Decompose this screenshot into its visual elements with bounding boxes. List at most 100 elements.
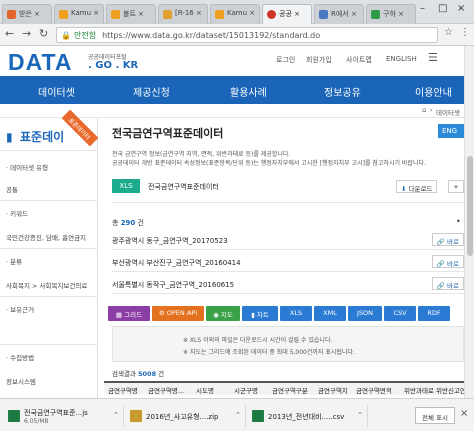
tab-favicon-icon <box>163 10 172 19</box>
menu-request[interactable]: 제공신청 <box>133 84 170 99</box>
column-header[interactable]: 금연구역면적 <box>356 385 392 395</box>
browser-tab[interactable]: Kamu × <box>210 4 260 24</box>
sidebar-label-basis: · 보유근거 <box>6 306 35 314</box>
link-icon: 🔗 <box>436 238 448 246</box>
format-csv-button[interactable]: CSV <box>384 306 416 321</box>
column-header[interactable]: 금연구역명 <box>108 385 138 395</box>
hamburger-icon[interactable]: ☰ <box>428 51 438 64</box>
site-header: DATA 공공데이터포털 . GO . KR 로그인 회원가입 사이트맵 ENG… <box>0 46 464 76</box>
sidebar-label-type: · 데이터셋 유형 <box>6 164 49 172</box>
reload-icon[interactable]: ↻ <box>39 27 48 40</box>
format-xml-button[interactable]: XML <box>314 306 346 321</box>
star-icon[interactable]: ☆ <box>444 27 453 38</box>
download-button[interactable]: ⬇ 다운로드 <box>396 180 438 193</box>
browser-tab-active[interactable]: 공공 × <box>262 4 312 24</box>
divider <box>112 202 464 203</box>
divider <box>0 248 97 249</box>
close-window-icon[interactable]: × <box>457 3 465 14</box>
tab-favicon-icon <box>215 10 224 19</box>
list-item[interactable]: 광주광역시 동구_금연구역_20170523 🔗 바로 <box>112 230 464 250</box>
column-header[interactable]: 위반과태료 <box>404 385 434 395</box>
browser-tab[interactable]: 구하 × <box>366 4 416 24</box>
tab-favicon-icon <box>7 10 16 19</box>
browser-tab[interactable]: 받은 × <box>2 4 52 24</box>
format-rdf-button[interactable]: RDF <box>418 306 450 321</box>
sidebar-value-type: 공통 <box>6 186 18 194</box>
format-api-button[interactable]: ⚙ OPEN API <box>152 306 204 321</box>
sidebar-value-category: 사회복지 > 사회복지보건의료 <box>6 282 88 290</box>
page-title: 전국금연구역표준데이터 <box>112 127 224 140</box>
menu-guide[interactable]: 이용안내 <box>415 84 452 99</box>
english-button[interactable]: ENG <box>438 124 464 138</box>
notice-line: ※ 지도는 그리드에 조회된 데이터 중 최대 5,000건까지 표시됩니다. <box>183 349 355 356</box>
breadcrumb-datasets[interactable]: 데이터셋 <box>436 107 460 117</box>
browser-tab-bar: 받은 × Kamu × 볼트 × [R-16 × Kamu × 공공 × R에서… <box>0 0 474 24</box>
site-logo[interactable]: DATA <box>8 49 72 76</box>
sitemap-link[interactable]: 사이트맵 <box>346 55 372 65</box>
sidebar-title: 표준데이 <box>20 130 65 144</box>
menu-datasets[interactable]: 데이터셋 <box>38 84 75 99</box>
download-shelf: 전국금연구역표준...js 6.05/MB ⌃ 2016년_사고유형....zi… <box>0 398 474 431</box>
download-item[interactable]: 2016년_사고유형....zip ⌃ <box>126 405 246 427</box>
home-icon[interactable]: ⌂ <box>422 106 426 114</box>
forward-icon[interactable]: → <box>22 27 31 40</box>
browser-tab[interactable]: 볼트 × <box>106 4 156 24</box>
link-icon: 🔗 <box>436 282 448 290</box>
menu-dots-icon[interactable]: ⋮ <box>460 27 470 38</box>
chevron-down-icon[interactable]: ⌃ <box>113 411 119 419</box>
tab-favicon-icon <box>111 10 120 19</box>
chevron-down-icon[interactable]: ⌃ <box>357 411 363 419</box>
format-chart-button[interactable]: ▮ 차트 <box>242 306 278 321</box>
format-grid-button[interactable]: ▦ 그리드 <box>108 306 150 321</box>
expand-button[interactable]: + <box>448 180 464 193</box>
column-header[interactable]: 금연구역지 <box>318 385 348 395</box>
go-button[interactable]: 🔗 바로 <box>431 233 464 246</box>
api-icon: ⚙ <box>158 309 167 317</box>
browser-tab[interactable]: Kamu × <box>54 4 104 24</box>
column-header[interactable]: 시도명 <box>196 385 214 395</box>
scrollbar-thumb[interactable] <box>467 156 473 256</box>
maximize-icon[interactable]: □ <box>438 3 447 14</box>
column-header[interactable]: 금연구역명... <box>148 385 184 395</box>
close-icon[interactable]: × <box>460 408 468 419</box>
divider <box>0 200 97 201</box>
format-json-button[interactable]: JSON <box>348 306 382 321</box>
show-all-button[interactable]: 전체 표시 <box>415 407 455 424</box>
signup-link[interactable]: 회원가입 <box>306 55 332 65</box>
go-button[interactable]: 🔗 바로 <box>431 255 464 268</box>
list-item[interactable]: 서울특별시 동작구_금연구역_20160615 🔗 바로 <box>112 274 464 294</box>
column-header[interactable]: 시군구명 <box>234 385 258 395</box>
file-icon <box>130 410 142 422</box>
go-button[interactable]: 🔗 바로 <box>431 277 464 290</box>
browser-tab[interactable]: [R-16 × <box>158 4 208 24</box>
secure-label: 안전함 <box>73 31 97 40</box>
notice-line: ※ XLS 이외의 파일은 다운로드시 시간이 걸릴 수 있습니다. <box>183 337 333 344</box>
back-icon[interactable]: ← <box>5 27 14 40</box>
menu-info-share[interactable]: 정보공유 <box>324 84 361 99</box>
page-scrollbar[interactable] <box>464 46 474 398</box>
tab-favicon-icon <box>319 10 328 19</box>
link-icon: 🔗 <box>436 260 448 268</box>
description-line: 공공데이터 개방 표준데이터 속성정보(표준항목/단위 등)는 행정자치부에서 … <box>112 160 426 167</box>
tab-favicon-icon <box>371 10 380 19</box>
menu-use-cases[interactable]: 활용사례 <box>230 84 267 99</box>
url-text: https://www.data.go.kr/dataset/15013192/… <box>102 31 321 40</box>
download-item[interactable]: 2013년_전년대비.....csv ⌃ <box>248 405 368 427</box>
column-header[interactable]: 금연구역구분 <box>272 385 308 395</box>
english-link[interactable]: ENGLISH <box>386 55 417 63</box>
more-icon[interactable]: • <box>456 217 461 226</box>
address-bar[interactable]: 🔒 안전함 https://www.data.go.kr/dataset/15013… <box>56 27 438 43</box>
main-content: 전국금연구역표준데이터 ENG 전국 금연구역 정보(금연구역 지역, 면적, … <box>100 118 472 398</box>
chart-icon: ▮ <box>6 130 13 144</box>
main-menu: 데이터셋 제공신청 활용사례 정보공유 이용안내 <box>0 76 464 104</box>
format-map-button[interactable]: ◉ 지도 <box>206 306 240 321</box>
sidebar-label-keyword: · 키워드 <box>6 210 29 218</box>
browser-tab[interactable]: R에서 × <box>314 4 364 24</box>
login-link[interactable]: 로그인 <box>276 55 295 65</box>
format-xls-button[interactable]: XLS <box>280 306 312 321</box>
lock-icon: 🔒 <box>61 31 71 40</box>
list-item[interactable]: 부산광역시 부산진구_금연구역_20160414 🔗 바로 <box>112 252 464 272</box>
download-item[interactable]: 전국금연구역표준...js 6.05/MB ⌃ <box>4 405 124 427</box>
minimize-icon[interactable]: – <box>420 3 425 14</box>
chevron-down-icon[interactable]: ⌃ <box>235 411 241 419</box>
